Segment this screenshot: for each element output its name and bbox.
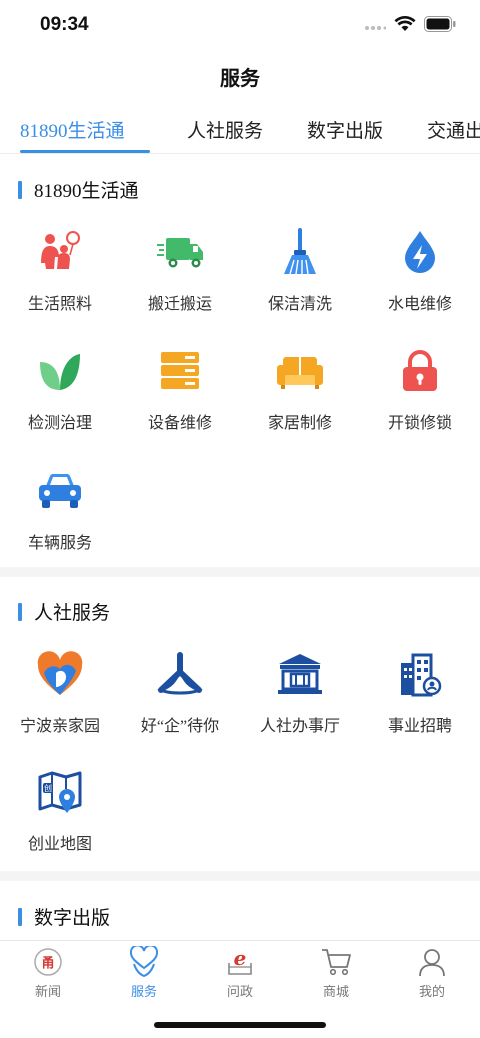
bottom-tab-news[interactable]: 甬 新闻 — [0, 945, 96, 1000]
service-label: 水电维修 — [387, 296, 452, 313]
bottom-tab-label: 我的 — [418, 984, 445, 999]
section-title: 81890生活通 — [34, 181, 139, 202]
tab-traffic[interactable]: 交通出行 — [427, 116, 480, 143]
service-item-equipment[interactable]: 设备维修 — [120, 345, 240, 445]
status-icons — [364, 16, 456, 37]
bottom-tab-wenzheng[interactable]: e 问政 — [192, 945, 288, 1000]
bottom-tab-label: 新闻 — [34, 984, 61, 999]
bottom-tab-service[interactable]: 服务 — [96, 945, 192, 1000]
bottom-tab-mine[interactable]: 我的 — [384, 945, 480, 1000]
office-building-icon — [394, 648, 446, 700]
cart-icon — [318, 945, 354, 979]
section-title: 人社服务 — [34, 603, 111, 624]
section-header-life: 81890生活通 — [18, 176, 139, 203]
section-header-digital: 数字出版 — [18, 903, 110, 930]
section-divider — [0, 567, 480, 577]
service-item-ningbo-home[interactable]: 宁波亲家园 — [0, 648, 120, 748]
service-heart-icon — [126, 945, 162, 979]
bottom-tab-label: 服务 — [130, 984, 157, 999]
section-marker — [18, 180, 22, 199]
service-item-furniture[interactable]: 家居制修 — [240, 345, 360, 445]
section-divider — [0, 871, 480, 881]
bottom-tab-mall[interactable]: 商城 — [288, 945, 384, 1000]
service-item-inspection[interactable]: 检测治理 — [0, 345, 120, 445]
server-icon — [154, 345, 206, 397]
truck-icon — [154, 226, 206, 278]
car-icon — [34, 465, 86, 517]
tri-logo-icon — [154, 648, 206, 700]
section-title: 数字出版 — [34, 908, 111, 929]
bottom-tab-label: 问政 — [226, 984, 253, 999]
service-label: 车辆服务 — [27, 535, 92, 552]
tab-81890[interactable]: 81890生活通 — [20, 116, 125, 143]
tab-digital-publishing[interactable]: 数字出版 — [307, 116, 383, 143]
service-label: 人社办事厅 — [259, 718, 340, 735]
service-item-enterprise[interactable]: 好“企”待你 — [120, 648, 240, 748]
service-label: 生活照料 — [27, 296, 92, 313]
service-item-water-electric[interactable]: 水电维修 — [360, 226, 480, 326]
battery-icon — [424, 16, 456, 37]
wifi-icon — [394, 16, 416, 37]
service-item-moving[interactable]: 搬迁搬运 — [120, 226, 240, 326]
active-tab-indicator — [20, 150, 150, 153]
service-label: 搬迁搬运 — [147, 296, 212, 313]
service-item-life-care[interactable]: 生活照料 — [0, 226, 120, 326]
section-marker — [18, 602, 22, 621]
service-item-vehicle[interactable]: 车辆服务 — [0, 465, 120, 565]
svg-text:甬: 甬 — [41, 956, 54, 971]
service-item-recruitment[interactable]: 事业招聘 — [360, 648, 480, 748]
water-electric-icon — [394, 226, 446, 278]
svg-text:创: 创 — [44, 783, 52, 793]
leaf-icon — [34, 345, 86, 397]
tab-social-service[interactable]: 人社服务 — [187, 116, 263, 143]
service-label: 开锁修锁 — [387, 415, 452, 432]
news-logo-icon: 甬 — [30, 945, 66, 979]
service-item-lock[interactable]: 开锁修锁 — [360, 345, 480, 445]
status-time: 09:34 — [40, 14, 89, 35]
wenzheng-e-icon: e — [222, 945, 258, 979]
sofa-icon — [274, 345, 326, 397]
section-marker — [18, 907, 22, 926]
service-label: 保洁清洗 — [267, 296, 332, 313]
service-label: 好“企”待你 — [140, 718, 220, 735]
status-bar: 09:34 — [0, 0, 480, 52]
hall-building-icon — [274, 648, 326, 700]
service-label: 家居制修 — [267, 415, 332, 432]
lock-icon — [394, 345, 446, 397]
family-care-icon — [34, 226, 86, 278]
bottom-tab-label: 商城 — [322, 984, 349, 999]
service-label: 检测治理 — [27, 415, 92, 432]
service-label: 设备维修 — [147, 415, 212, 432]
service-label: 事业招聘 — [387, 718, 452, 735]
service-item-startup-map[interactable]: 创 创业地图 — [0, 766, 120, 866]
service-item-social-hall[interactable]: 人社办事厅 — [240, 648, 360, 748]
section-header-social: 人社服务 — [18, 598, 110, 625]
startup-map-icon: 创 — [34, 766, 86, 818]
service-item-cleaning[interactable]: 保洁清洗 — [240, 226, 360, 326]
broom-icon — [274, 226, 326, 278]
bottom-tab-bar: 甬 新闻 服务 e 问政 商城 我的 — [0, 940, 480, 1000]
service-label: 创业地图 — [27, 836, 92, 853]
page-title: 服务 — [220, 68, 260, 90]
heart-face-icon — [34, 648, 86, 700]
service-label: 宁波亲家园 — [19, 718, 100, 735]
category-tabs: 81890生活通 人社服务 数字出版 交通出行 — [0, 110, 480, 154]
user-icon — [414, 945, 450, 979]
signal-dots-icon — [364, 18, 387, 36]
home-indicator[interactable] — [154, 1022, 326, 1028]
